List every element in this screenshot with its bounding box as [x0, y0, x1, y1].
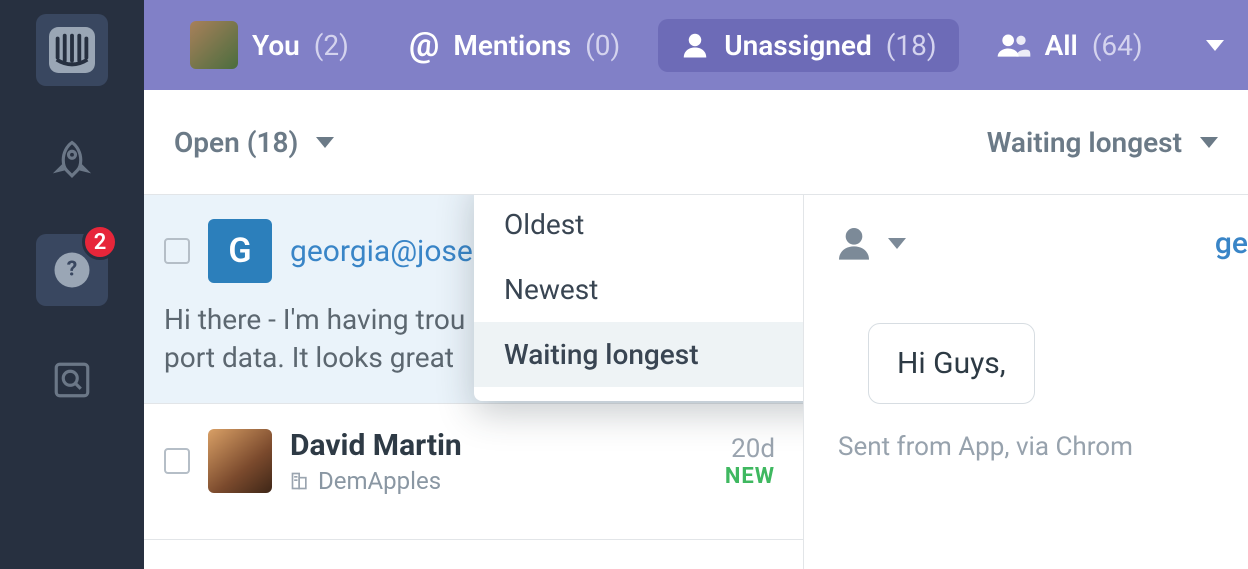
person-icon	[680, 30, 710, 60]
sort-filter[interactable]: Waiting longest	[987, 126, 1218, 159]
status-filter[interactable]: Open (18)	[174, 126, 334, 159]
tab-unassigned[interactable]: Unassigned (18)	[658, 19, 958, 72]
people-icon	[997, 31, 1031, 59]
assignee-icon[interactable]	[834, 223, 874, 263]
sort-option-newest[interactable]: Newest	[474, 257, 804, 322]
svg-text:?: ?	[67, 257, 77, 281]
nav-rocket[interactable]	[36, 124, 108, 196]
conversation-list: G georgia@josep Hi there - I'm having tr…	[144, 195, 804, 569]
help-badge: 2	[82, 224, 118, 260]
tabs-more[interactable]	[1198, 28, 1232, 63]
sort-option-oldest[interactable]: Oldest	[474, 195, 804, 257]
chevron-down-icon[interactable]	[888, 238, 906, 249]
nav-search[interactable]	[36, 344, 108, 416]
avatar	[208, 429, 272, 493]
row-checkbox[interactable]	[164, 448, 190, 474]
row-meta: 20d NEW	[725, 434, 775, 489]
chevron-down-icon	[1206, 40, 1224, 51]
sort-dropdown: Oldest Newest Waiting longest	[474, 195, 804, 401]
chevron-down-icon	[1200, 137, 1218, 148]
nav-rail: ? 2	[0, 0, 144, 569]
tab-you[interactable]: You (2)	[168, 11, 371, 79]
row-checkbox[interactable]	[164, 238, 190, 264]
tab-label: You	[252, 29, 300, 62]
row-company: DemApples	[290, 467, 462, 495]
inbox-tabs: You (2) @ Mentions (0) Unassigned (18) A…	[144, 0, 1248, 90]
avatar: G	[208, 219, 272, 283]
company-icon	[290, 471, 310, 491]
row-sender: georgia@josep	[290, 234, 490, 269]
detail-contact-name[interactable]: ge	[1215, 226, 1248, 261]
sort-option-waiting-longest[interactable]: Waiting longest	[474, 322, 804, 387]
tab-all[interactable]: All (64)	[975, 19, 1165, 72]
tab-count: (0)	[585, 29, 620, 62]
chevron-down-icon	[316, 137, 334, 148]
tab-label: Unassigned	[724, 29, 872, 62]
filter-bar: Open (18) Waiting longest	[144, 90, 1248, 195]
status-label: Open (18)	[174, 126, 298, 159]
avatar	[190, 21, 238, 69]
tab-count: (18)	[886, 29, 937, 62]
nav-help[interactable]: ? 2	[36, 234, 108, 306]
app-logo[interactable]	[36, 14, 108, 86]
tab-label: All	[1045, 29, 1078, 62]
conversation-row[interactable]: David Martin DemApples 20d NEW	[144, 404, 803, 540]
sort-label: Waiting longest	[987, 126, 1182, 159]
tab-mentions[interactable]: @ Mentions (0)	[387, 15, 642, 75]
tab-count: (2)	[314, 29, 349, 62]
row-sender: David Martin	[290, 428, 462, 463]
message-bubble: Hi Guys,	[868, 323, 1035, 404]
tab-label: Mentions	[453, 29, 571, 62]
new-badge: NEW	[725, 464, 775, 489]
at-icon: @	[409, 25, 439, 65]
tab-count: (64)	[1092, 29, 1143, 62]
message-meta: Sent from App, via Chrom	[838, 432, 1248, 462]
conversation-detail: ge Hi Guys, Sent from App, via Chrom	[804, 195, 1248, 569]
